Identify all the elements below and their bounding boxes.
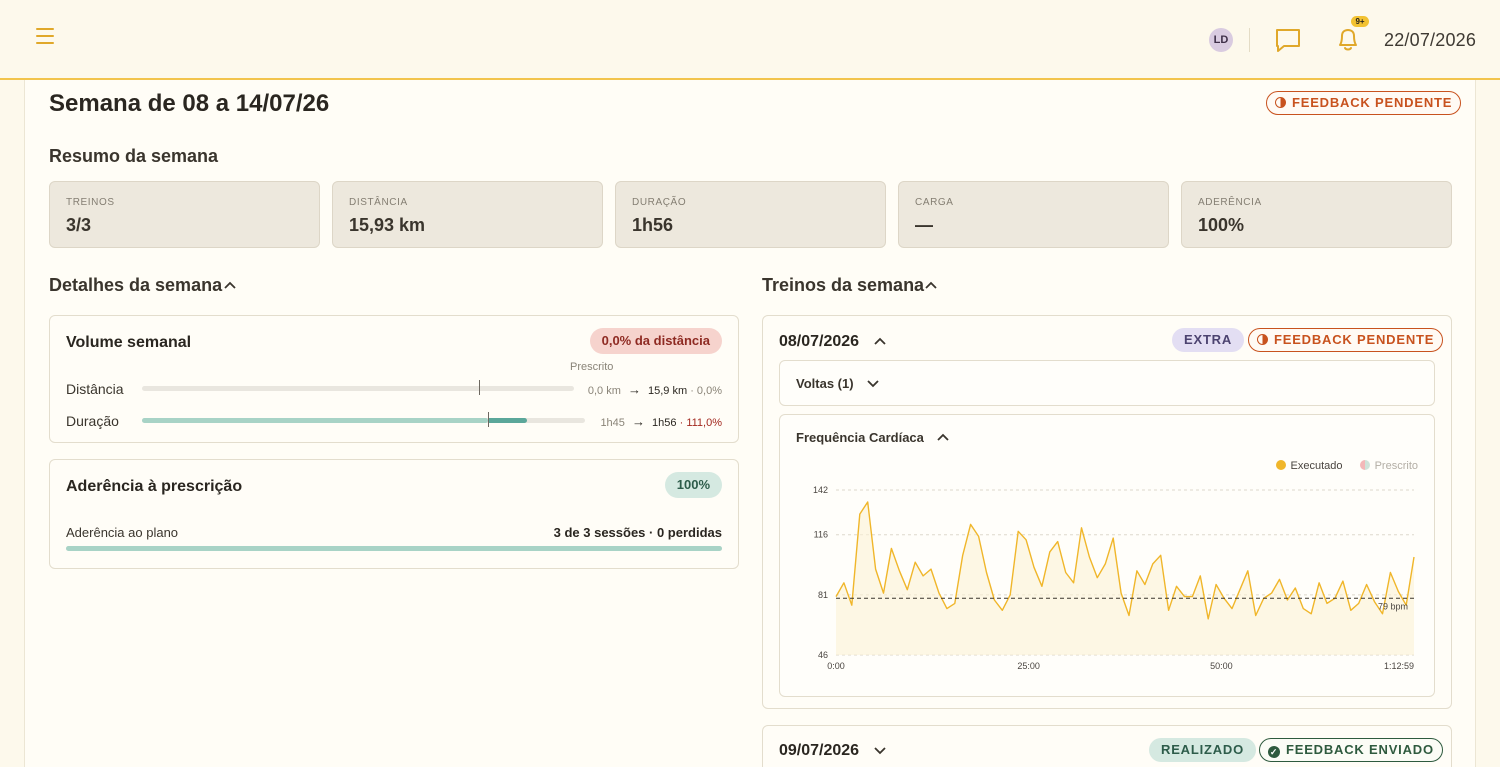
- divider: [1249, 28, 1250, 52]
- distance-comparison: 0,0 km → 15,9 km · 0,0%: [588, 382, 722, 397]
- week-panel: Semana de 08 a 14/07/26 FEEDBACK PENDENT…: [24, 80, 1476, 767]
- duration-bar-fill: [142, 418, 488, 423]
- heart-rate-chart: 142 116 81 460:00 25:00 50:00 1:12:59 79 bpm: [813, 485, 1415, 671]
- tile-label: CARGA: [915, 197, 954, 208]
- adherence-plan-value: 3 de 3 sessões · 0 perdidas: [553, 525, 722, 540]
- workout-feedback-status-badge[interactable]: FEEDBACK PENDENTE: [1248, 328, 1444, 352]
- summary-title: Resumo da semana: [49, 146, 219, 166]
- volume-badge: 0,0% da distância: [589, 328, 722, 354]
- arrow-right-icon: →: [627, 382, 641, 397]
- week-feedback-status-label: FEEDBACK PENDENTE: [1292, 95, 1453, 110]
- bell-icon[interactable]: [1334, 24, 1362, 54]
- details-title[interactable]: Detalhes da semana: [49, 275, 222, 296]
- week-feedback-status-badge[interactable]: FEEDBACK PENDENTE: [1266, 91, 1462, 115]
- x-tick-label: 0:00: [827, 661, 845, 671]
- x-tick-label: 25:00: [1017, 661, 1040, 671]
- summary-tile-trainings: TREINOS 3/3: [49, 181, 320, 248]
- chevron-down-icon[interactable]: [873, 745, 887, 755]
- y-tick-label: 142: [813, 485, 828, 495]
- summary-tile-distance: DISTÂNCIA 15,93 km: [332, 181, 603, 248]
- adherence-badge: 100%: [664, 472, 722, 498]
- summary-tile-duration: DURAÇÃO 1h56: [615, 181, 886, 248]
- page-title: Semana de 08 a 14/07/26: [49, 90, 330, 117]
- legend-executed-swatch: [1275, 460, 1286, 470]
- chevron-up-icon[interactable]: [936, 432, 950, 442]
- y-tick-label: 116: [814, 530, 828, 540]
- duration-bar-overflow: [487, 418, 528, 423]
- arrow-right-icon: →: [631, 414, 645, 429]
- weekly-volume-card: Volume semanal 0,0% da distância Prescri…: [49, 315, 739, 443]
- distance-bar: [142, 380, 574, 395]
- duration-executed: 1h56: [652, 417, 677, 429]
- workout-feedback-status-badge[interactable]: ✓ FEEDBACK ENVIADO: [1259, 738, 1443, 762]
- heart-rate-title[interactable]: Frequência Cardíaca: [796, 430, 924, 445]
- tile-label: TREINOS: [66, 197, 115, 208]
- tile-value: 3/3: [66, 215, 92, 235]
- adherence-bar-fill: [66, 546, 722, 551]
- distance-prescribed: 0,0 km: [587, 385, 621, 397]
- adherence-bar: [66, 546, 722, 551]
- legend-prescribed[interactable]: Prescrito: [1375, 460, 1418, 472]
- tile-label: ADERÊNCIA: [1198, 197, 1262, 208]
- duration-comparison: 1h45 → 1h56 · 111,0%: [600, 414, 722, 429]
- y-tick-label: 81: [818, 590, 828, 600]
- chevron-down-icon[interactable]: [866, 378, 880, 388]
- x-tick-label: 50:00: [1210, 661, 1233, 671]
- distance-target-marker: [478, 380, 480, 395]
- top-bar: LD 9+ 22/07/2026: [0, 0, 1500, 80]
- chevron-up-icon[interactable]: [223, 280, 237, 290]
- distance-executed: 15,9 km: [648, 385, 688, 397]
- heart-rate-section: Frequência Cardíaca Executado Prescrito …: [779, 414, 1435, 697]
- prescribed-label: Prescrito: [570, 361, 614, 373]
- tile-value: 15,93 km: [349, 215, 426, 235]
- tile-label: DISTÂNCIA: [349, 197, 408, 208]
- workout-date[interactable]: 09/07/2026: [779, 742, 859, 760]
- adherence-title: Aderência à prescrição: [66, 478, 243, 495]
- tile-value: 1h56: [632, 215, 674, 235]
- workout-feedback-status-label: FEEDBACK ENVIADO: [1286, 742, 1434, 757]
- check-icon: ✓: [1268, 746, 1280, 758]
- summary-tile-load: CARGA —: [898, 181, 1169, 248]
- chart-legend: Executado Prescrito: [1275, 460, 1418, 472]
- chat-icon[interactable]: [1274, 27, 1302, 53]
- current-date: 22/07/2026: [1384, 30, 1477, 50]
- chevron-up-icon[interactable]: [924, 280, 938, 290]
- workouts-title[interactable]: Treinos da semana: [762, 275, 924, 296]
- menu-icon[interactable]: [34, 28, 58, 50]
- summary-tile-adherence: ADERÊNCIA 100%: [1181, 181, 1452, 248]
- distance-label: Distância: [66, 381, 124, 397]
- pending-icon: [1275, 97, 1286, 108]
- weekly-volume-title: Volume semanal: [66, 334, 192, 351]
- chevron-up-icon[interactable]: [873, 336, 887, 346]
- legend-executed[interactable]: Executado: [1291, 460, 1343, 472]
- duration-target-marker: [487, 412, 489, 427]
- reference-line-label: 79 bpm: [1378, 601, 1408, 611]
- workout-type-tag: EXTRA: [1172, 328, 1245, 352]
- duration-label: Duração: [66, 413, 119, 429]
- tile-label: DURAÇÃO: [632, 197, 687, 208]
- notification-badge: 9+: [1351, 16, 1369, 27]
- workout-feedback-status-label: FEEDBACK PENDENTE: [1274, 332, 1435, 347]
- workout-status-tag: REALIZADO: [1149, 738, 1257, 762]
- duration-delta: · 111,0%: [679, 417, 722, 429]
- x-tick-label: 1:12:59: [1384, 661, 1414, 671]
- distance-delta: · 0,0%: [690, 385, 722, 397]
- avatar[interactable]: LD: [1209, 28, 1233, 52]
- workout-date[interactable]: 08/07/2026: [779, 333, 859, 351]
- adherence-plan-label: Aderência ao plano: [66, 525, 179, 540]
- legend-prescribed-swatch: [1359, 460, 1370, 470]
- y-tick-label: 46: [818, 650, 828, 660]
- adherence-card: Aderência à prescrição 100% Aderência ao…: [49, 459, 739, 569]
- laps-label: Voltas (1): [796, 376, 854, 391]
- workout-card: 09/07/2026 REALIZADO ✓ FEEDBACK ENVIADO: [762, 725, 1452, 767]
- tile-value: 100%: [1198, 215, 1245, 235]
- duration-bar: [142, 412, 585, 427]
- workout-card: 08/07/2026 EXTRA FEEDBACK PENDENTE Volta…: [762, 315, 1452, 709]
- executed-area: [836, 502, 1414, 655]
- duration-prescribed: 1h45: [600, 417, 625, 429]
- pending-icon: [1257, 334, 1268, 345]
- laps-section[interactable]: Voltas (1): [779, 360, 1435, 406]
- tile-value: —: [915, 215, 933, 235]
